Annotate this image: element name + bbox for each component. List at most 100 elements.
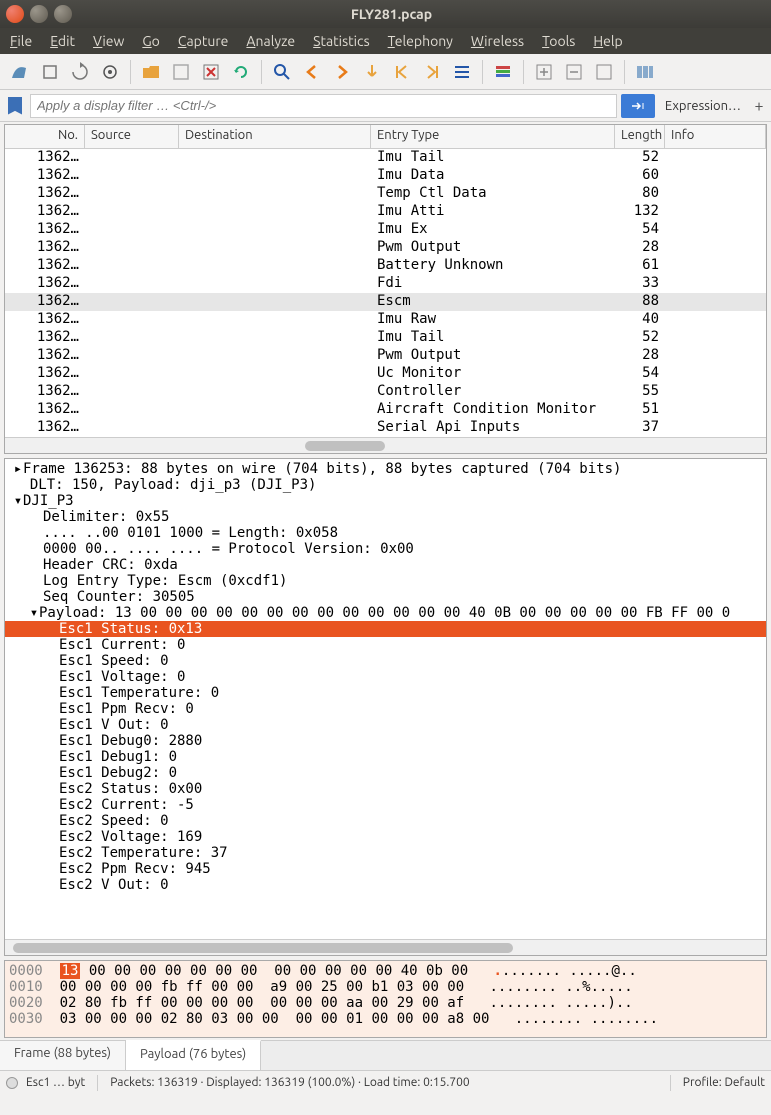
expression-button[interactable]: Expression… bbox=[659, 99, 747, 113]
packet-row[interactable]: 1362…Pwm Output28 bbox=[5, 239, 766, 257]
detail-field[interactable]: Esc2 Voltage: 169 bbox=[5, 829, 766, 845]
last-icon[interactable] bbox=[418, 58, 446, 86]
col-source[interactable]: Source bbox=[85, 125, 179, 148]
detail-delimiter[interactable]: Delimiter: 0x55 bbox=[5, 509, 766, 525]
packet-row[interactable]: 1362…Imu Ex54 bbox=[5, 221, 766, 239]
status-profile[interactable]: Profile: Default bbox=[683, 1076, 765, 1089]
detail-field[interactable]: Esc1 Speed: 0 bbox=[5, 653, 766, 669]
menu-go[interactable]: Go bbox=[142, 33, 160, 49]
hex-row[interactable]: 0010 00 00 00 00 fb ff 00 00 a9 00 25 00… bbox=[9, 979, 762, 995]
expert-info-icon[interactable] bbox=[6, 1077, 18, 1089]
zoom-in-icon[interactable] bbox=[530, 58, 558, 86]
next-icon[interactable] bbox=[328, 58, 356, 86]
open-icon[interactable] bbox=[137, 58, 165, 86]
goto-icon[interactable] bbox=[358, 58, 386, 86]
find-icon[interactable] bbox=[268, 58, 296, 86]
options-icon[interactable] bbox=[96, 58, 124, 86]
detail-field[interactable]: Esc2 Ppm Recv: 945 bbox=[5, 861, 766, 877]
detail-dlt[interactable]: DLT: 150, Payload: dji_p3 (DJI_P3) bbox=[5, 477, 766, 493]
resize-cols-icon[interactable] bbox=[631, 58, 659, 86]
packet-row[interactable]: 1362…Imu Tail52 bbox=[5, 149, 766, 167]
detail-payload[interactable]: ▾Payload: 13 00 00 00 00 00 00 00 00 00 … bbox=[5, 605, 766, 621]
packet-list-body[interactable]: 1362…Imu Tail521362…Imu Data601362…Temp … bbox=[5, 149, 766, 437]
menu-telephony[interactable]: Telephony bbox=[388, 33, 453, 49]
menu-view[interactable]: View bbox=[93, 33, 124, 49]
menu-help[interactable]: Help bbox=[593, 33, 622, 49]
packet-row[interactable]: 1362…Serial Api Inputs37 bbox=[5, 419, 766, 437]
packet-row[interactable]: 1362…Uc Monitor54 bbox=[5, 365, 766, 383]
hex-row[interactable]: 0000 13 00 00 00 00 00 00 00 00 00 00 00… bbox=[9, 963, 762, 979]
filter-apply-button[interactable] bbox=[621, 94, 655, 118]
tab-frame[interactable]: Frame (88 bytes) bbox=[0, 1041, 126, 1070]
save-icon[interactable] bbox=[167, 58, 195, 86]
menu-tools[interactable]: Tools bbox=[542, 33, 575, 49]
detail-field[interactable]: Esc2 Current: -5 bbox=[5, 797, 766, 813]
packet-row[interactable]: 1362…Aircraft Condition Monitor51 bbox=[5, 401, 766, 419]
detail-hcrc[interactable]: Header CRC: 0xda bbox=[5, 557, 766, 573]
packet-row[interactable]: 1362…Imu Atti132 bbox=[5, 203, 766, 221]
detail-seq[interactable]: Seq Counter: 30505 bbox=[5, 589, 766, 605]
packet-row[interactable]: 1362…Battery Unknown61 bbox=[5, 257, 766, 275]
detail-field[interactable]: Esc1 Temperature: 0 bbox=[5, 685, 766, 701]
detail-field[interactable]: Esc1 Voltage: 0 bbox=[5, 669, 766, 685]
prev-icon[interactable] bbox=[298, 58, 326, 86]
hex-row[interactable]: 0030 03 00 00 00 02 80 03 00 00 00 00 01… bbox=[9, 1011, 762, 1027]
packet-row[interactable]: 1362…Escm88 bbox=[5, 293, 766, 311]
menu-analyze[interactable]: Analyze bbox=[246, 33, 295, 49]
col-no[interactable]: No. bbox=[5, 125, 85, 148]
menu-statistics[interactable]: Statistics bbox=[313, 33, 369, 49]
detail-field[interactable]: Esc1 Debug0: 2880 bbox=[5, 733, 766, 749]
maximize-icon[interactable] bbox=[54, 5, 72, 23]
hex-pane[interactable]: 0000 13 00 00 00 00 00 00 00 00 00 00 00… bbox=[4, 960, 767, 1038]
packet-row[interactable]: 1362…Temp Ctl Data80 bbox=[5, 185, 766, 203]
tab-payload[interactable]: Payload (76 bytes) bbox=[126, 1040, 261, 1070]
packet-row[interactable]: 1362…Fdi33 bbox=[5, 275, 766, 293]
minimize-icon[interactable] bbox=[30, 5, 48, 23]
detail-field[interactable]: Esc2 Temperature: 37 bbox=[5, 845, 766, 861]
menu-edit[interactable]: Edit bbox=[50, 33, 75, 49]
detail-field[interactable]: Esc1 Status: 0x13 bbox=[5, 621, 766, 637]
zoom-out-icon[interactable] bbox=[560, 58, 588, 86]
detail-field[interactable]: Esc2 Status: 0x00 bbox=[5, 781, 766, 797]
colorize-icon[interactable] bbox=[489, 58, 517, 86]
detail-field[interactable]: Esc2 V Out: 0 bbox=[5, 877, 766, 893]
col-info[interactable]: Info bbox=[665, 125, 766, 148]
detail-field[interactable]: Esc1 Current: 0 bbox=[5, 637, 766, 653]
packet-row[interactable]: 1362…Imu Data60 bbox=[5, 167, 766, 185]
close-icon[interactable] bbox=[6, 5, 24, 23]
detail-protver[interactable]: 0000 00.. .... .... = Protocol Version: … bbox=[5, 541, 766, 557]
col-destination[interactable]: Destination bbox=[179, 125, 371, 148]
packet-row[interactable]: 1362…Pwm Output28 bbox=[5, 347, 766, 365]
detail-logentry[interactable]: Log Entry Type: Escm (0xcdf1) bbox=[5, 573, 766, 589]
first-icon[interactable] bbox=[388, 58, 416, 86]
reload-icon[interactable] bbox=[227, 58, 255, 86]
menu-wireless[interactable]: Wireless bbox=[471, 33, 524, 49]
packet-row[interactable]: 1362…Imu Tail52 bbox=[5, 329, 766, 347]
detail-field[interactable]: Esc1 Debug2: 0 bbox=[5, 765, 766, 781]
add-filter-button[interactable]: + bbox=[751, 97, 767, 115]
horizontal-scrollbar[interactable] bbox=[5, 437, 766, 453]
detail-field[interactable]: Esc2 Speed: 0 bbox=[5, 813, 766, 829]
menu-capture[interactable]: Capture bbox=[178, 33, 229, 49]
bookmark-icon[interactable] bbox=[8, 97, 22, 115]
packet-row[interactable]: 1362…Imu Raw40 bbox=[5, 311, 766, 329]
col-entry-type[interactable]: Entry Type bbox=[371, 125, 615, 148]
stop-icon[interactable] bbox=[36, 58, 64, 86]
close-file-icon[interactable] bbox=[197, 58, 225, 86]
display-filter-input[interactable] bbox=[30, 94, 617, 118]
detail-field[interactable]: Esc1 Ppm Recv: 0 bbox=[5, 701, 766, 717]
detail-proto[interactable]: ▾DJI_P3 bbox=[5, 493, 766, 509]
col-length[interactable]: Length bbox=[615, 125, 665, 148]
detail-field[interactable]: Esc1 Debug1: 0 bbox=[5, 749, 766, 765]
autoscroll-icon[interactable] bbox=[448, 58, 476, 86]
packet-row[interactable]: 1362…Controller55 bbox=[5, 383, 766, 401]
shark-fin-icon[interactable] bbox=[6, 58, 34, 86]
zoom-reset-icon[interactable] bbox=[590, 58, 618, 86]
detail-length[interactable]: .... ..00 0101 1000 = Length: 0x058 bbox=[5, 525, 766, 541]
restart-icon[interactable] bbox=[66, 58, 94, 86]
detail-frame[interactable]: ▸Frame 136253: 88 bytes on wire (704 bit… bbox=[5, 461, 766, 477]
menu-file[interactable]: File bbox=[10, 33, 32, 49]
details-hscroll[interactable] bbox=[5, 939, 766, 955]
detail-field[interactable]: Esc1 V Out: 0 bbox=[5, 717, 766, 733]
hex-row[interactable]: 0020 02 80 fb ff 00 00 00 00 00 00 00 aa… bbox=[9, 995, 762, 1011]
